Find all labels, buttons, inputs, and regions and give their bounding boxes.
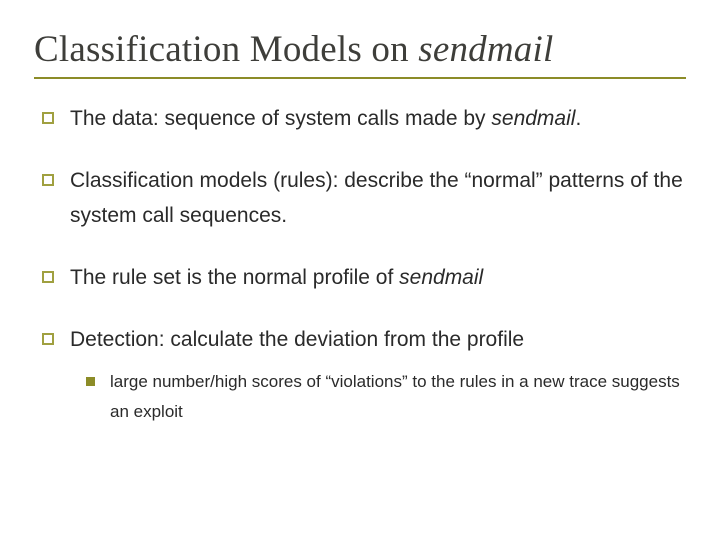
text-run: Classification models (rules): describe … — [70, 169, 683, 228]
title-underline — [34, 77, 686, 79]
text-italic: sendmail — [491, 107, 575, 130]
slide-title: Classification Models on sendmail — [34, 28, 686, 71]
sub-list: large number/high scores of “violations”… — [70, 367, 686, 427]
bullet-item: Detection: calculate the deviation from … — [34, 322, 686, 427]
text-run: Detection: calculate the deviation from … — [70, 328, 524, 351]
text-run: The rule set is the normal profile of — [70, 266, 399, 289]
text-run: The data: sequence of system calls made … — [70, 107, 491, 130]
title-prefix: Classification Models on — [34, 29, 418, 70]
text-run: . — [575, 107, 581, 130]
sub-item: large number/high scores of “violations”… — [70, 367, 686, 427]
text-run: large number/high scores of “violations”… — [110, 372, 680, 421]
title-italic: sendmail — [418, 29, 553, 70]
bullet-item: The data: sequence of system calls made … — [34, 101, 686, 137]
bullet-item: Classification models (rules): describe … — [34, 163, 686, 234]
bullet-list: The data: sequence of system calls made … — [34, 101, 686, 427]
bullet-item: The rule set is the normal profile of se… — [34, 260, 686, 296]
text-italic: sendmail — [399, 266, 483, 289]
slide: Classification Models on sendmail The da… — [0, 0, 720, 540]
